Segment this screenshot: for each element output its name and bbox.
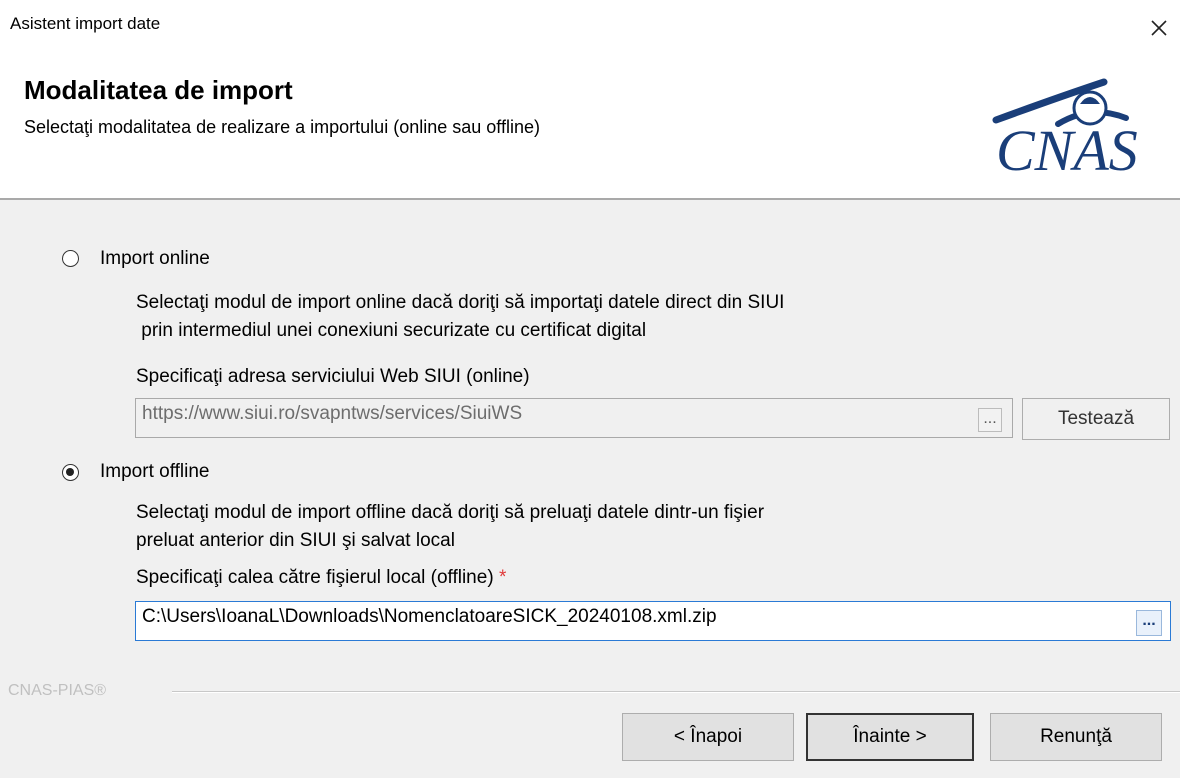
online-description: Selectaţi modul de import online dacă do… bbox=[136, 292, 785, 341]
online-url-label: Specificaţi adresa serviciului Web SIUI … bbox=[136, 366, 530, 387]
online-url-input[interactable]: https://www.siui.ro/svapntws/services/Si… bbox=[135, 398, 1013, 438]
cnas-logo: CNAS bbox=[986, 68, 1176, 183]
back-button[interactable]: < Înapoi bbox=[622, 713, 794, 761]
offline-path-label: Specificaţi calea către fişierul local (… bbox=[136, 567, 506, 589]
offline-description: Selectaţi modul de import offline dacă d… bbox=[136, 502, 765, 551]
test-button[interactable]: Testează bbox=[1022, 398, 1170, 440]
brand-label: CNAS-PIAS® bbox=[8, 682, 107, 699]
next-button[interactable]: Înainte > bbox=[806, 713, 974, 761]
close-icon[interactable] bbox=[1144, 13, 1174, 43]
offline-browse-button[interactable]: ... bbox=[1136, 610, 1162, 636]
online-browse-button[interactable]: ... bbox=[978, 408, 1002, 432]
offline-path-label-text: Specificaţi calea către fişierul local (… bbox=[136, 567, 494, 588]
required-mark: * bbox=[498, 567, 507, 588]
footer-separator bbox=[172, 691, 1180, 693]
radio-import-offline[interactable] bbox=[62, 464, 79, 481]
radio-import-online-label[interactable]: Import online bbox=[100, 248, 210, 270]
offline-path-input[interactable]: C:\Users\IoanaL\Downloads\NomenclatoareS… bbox=[135, 601, 1171, 641]
radio-import-online[interactable] bbox=[62, 250, 79, 267]
page-subtitle: Selectaţi modalitatea de realizare a imp… bbox=[24, 117, 540, 137]
logo-text: CNAS bbox=[996, 118, 1138, 180]
page-title: Modalitatea de import bbox=[24, 75, 293, 105]
cancel-button[interactable]: Renunţă bbox=[990, 713, 1162, 761]
window-title: Asistent import date bbox=[10, 14, 161, 33]
radio-import-offline-label[interactable]: Import offline bbox=[100, 461, 209, 483]
